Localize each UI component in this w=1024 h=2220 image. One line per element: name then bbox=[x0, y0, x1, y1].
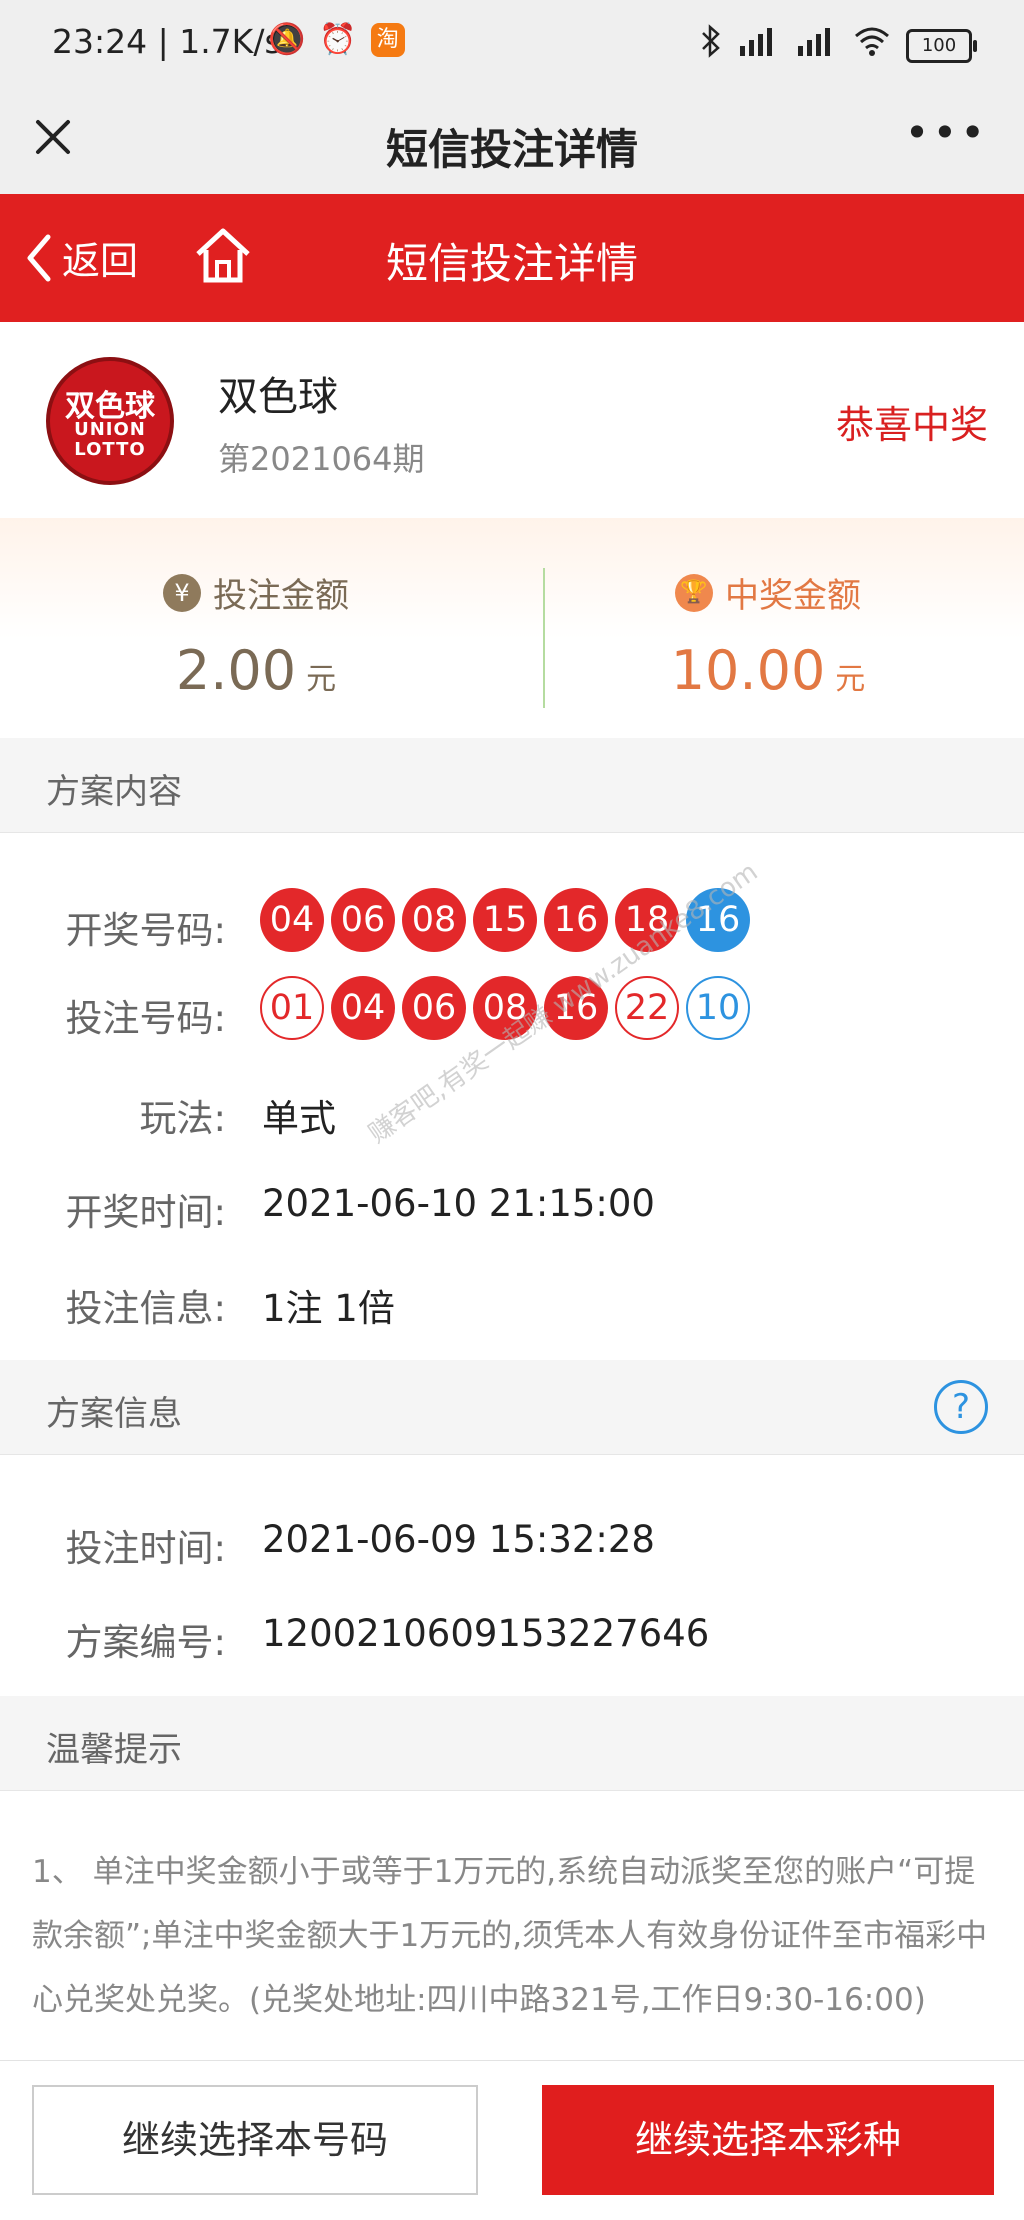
draw-red-ball: 15 bbox=[473, 888, 537, 952]
bet-number-ball: 10 bbox=[686, 976, 750, 1040]
app-navbar: 短信投注详情 ••• bbox=[0, 90, 1024, 194]
tips-text: 1、 单注中奖金额小于或等于1万元的,系统自动派奖至您的账户“可提款余额”;单注… bbox=[32, 1854, 988, 2018]
section-plan-info: 方案信息 ? bbox=[0, 1360, 1024, 1455]
lottery-issue: 第2021064期 bbox=[218, 440, 425, 478]
prize-amount-block: 🏆 中奖金额 10.00 元 bbox=[512, 568, 1024, 702]
draw-red-ball: 06 bbox=[331, 888, 395, 952]
section-title-tips: 温馨提示 bbox=[46, 1730, 182, 1770]
signal-icon-2 bbox=[794, 24, 838, 67]
bet-amount-value: 2.00 bbox=[175, 639, 297, 702]
bluetooth-icon bbox=[700, 24, 722, 67]
win-status: 恭喜中奖 bbox=[835, 403, 988, 447]
yen-coin-icon: ¥ bbox=[163, 573, 201, 612]
status-time: 23:24 | 1.7K/s bbox=[52, 22, 282, 61]
plan-no-row: 方案编号: 1200210609153227646 bbox=[0, 1600, 1024, 1670]
prize-amount-unit: 元 bbox=[835, 662, 866, 697]
prize-amount-value: 10.00 bbox=[670, 639, 826, 702]
battery-icon: 100 bbox=[906, 28, 977, 63]
status-icons-left: 🔕 ⏰ 淘 bbox=[268, 22, 405, 58]
status-bar: 23:24 | 1.7K/s 🔕 ⏰ 淘 100 bbox=[0, 0, 1024, 90]
bet-number-ball: 04 bbox=[331, 976, 395, 1040]
draw-red-ball: 16 bbox=[544, 888, 608, 952]
bet-number-ball: 06 bbox=[402, 976, 466, 1040]
navbar-title: 短信投注详情 bbox=[385, 125, 638, 174]
bet-time-label: 投注时间: bbox=[65, 1527, 226, 1570]
header-title: 短信投注详情 bbox=[385, 239, 638, 288]
play-type-label: 玩法: bbox=[139, 1097, 226, 1140]
wifi-icon bbox=[852, 24, 892, 67]
amount-summary: ¥ 投注金额 2.00 元 🏆 中奖金额 10.00 元 bbox=[0, 518, 1024, 739]
draw-time-label: 开奖时间: bbox=[65, 1191, 226, 1234]
draw-time-row: 开奖时间: 2021-06-10 21:15:00 bbox=[0, 1170, 1024, 1240]
bet-time-row: 投注时间: 2021-06-09 15:32:28 bbox=[0, 1506, 1024, 1576]
draw-numbers-label: 开奖号码: bbox=[65, 909, 226, 952]
bet-number-ball: 01 bbox=[260, 976, 324, 1040]
bet-info-row: 投注信息: 1注 1倍 bbox=[0, 1266, 1024, 1336]
bottom-action-bar: 继续选择本号码 继续选择本彩种 bbox=[0, 2060, 1024, 2220]
bet-amount-block: ¥ 投注金额 2.00 元 bbox=[0, 568, 512, 702]
bet-numbers-label: 投注号码: bbox=[65, 997, 226, 1040]
continue-same-lottery-button[interactable]: 继续选择本彩种 bbox=[542, 2085, 994, 2195]
play-type-row: 玩法: 单式 bbox=[0, 1076, 1024, 1146]
bet-time-value: 2021-06-09 15:32:28 bbox=[262, 1518, 655, 1561]
section-title-plan-content: 方案内容 bbox=[46, 772, 182, 812]
continue-same-numbers-button[interactable]: 继续选择本号码 bbox=[32, 2085, 478, 2195]
lottery-info: 双色球 UNION LOTTO 双色球 第2021064期 恭喜中奖 bbox=[0, 322, 1024, 519]
help-icon[interactable]: ? bbox=[934, 1380, 988, 1434]
more-icon[interactable]: ••• bbox=[905, 108, 988, 157]
bet-number-ball: 22 bbox=[615, 976, 679, 1040]
page-header: 返回 短信投注详情 bbox=[0, 194, 1024, 322]
bet-info-label: 投注信息: bbox=[65, 1287, 226, 1330]
draw-red-ball: 08 bbox=[402, 888, 466, 952]
bet-amount-label: 投注金额 bbox=[213, 576, 349, 616]
draw-red-ball: 04 bbox=[260, 888, 324, 952]
plan-no-label: 方案编号: bbox=[65, 1621, 226, 1664]
section-tips: 温馨提示 bbox=[0, 1696, 1024, 1791]
bet-amount-unit: 元 bbox=[306, 662, 337, 697]
section-title-plan-info: 方案信息 bbox=[46, 1394, 182, 1434]
section-plan-content: 方案内容 bbox=[0, 738, 1024, 833]
mute-icon: 🔕 bbox=[268, 22, 306, 57]
plan-no-value: 1200210609153227646 bbox=[262, 1612, 710, 1655]
status-icons-right: 100 bbox=[700, 24, 977, 67]
draw-time-value: 2021-06-10 21:15:00 bbox=[262, 1182, 655, 1225]
trophy-icon: 🏆 bbox=[675, 573, 713, 612]
bet-info-value: 1注 1倍 bbox=[262, 1287, 395, 1330]
taobao-icon: 淘 bbox=[370, 23, 405, 57]
alarm-icon: ⏰ bbox=[319, 22, 357, 57]
play-type-value: 单式 bbox=[262, 1097, 336, 1140]
lottery-name: 双色球 bbox=[218, 374, 338, 420]
signal-icon-1 bbox=[736, 24, 780, 67]
prize-amount-label: 中奖金额 bbox=[725, 576, 861, 616]
draw-numbers-row: 开奖号码: 04 06 08 15 16 18 16 bbox=[0, 888, 1024, 958]
union-lotto-logo: 双色球 UNION LOTTO bbox=[46, 357, 174, 485]
logo-text-en2: LOTTO bbox=[74, 439, 146, 460]
logo-text-en1: UNION bbox=[74, 419, 146, 440]
